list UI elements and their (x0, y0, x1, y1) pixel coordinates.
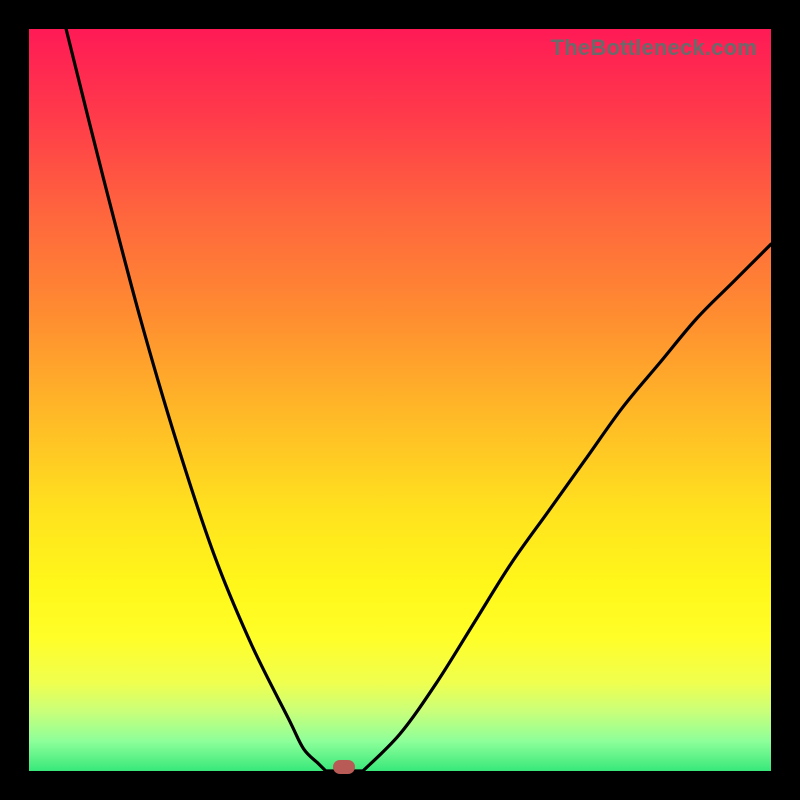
curve-path (66, 29, 771, 771)
plot-area: TheBottleneck.com (29, 29, 771, 771)
chart-frame: TheBottleneck.com (0, 0, 800, 800)
optimum-marker (333, 760, 355, 774)
bottleneck-curve (29, 29, 771, 771)
